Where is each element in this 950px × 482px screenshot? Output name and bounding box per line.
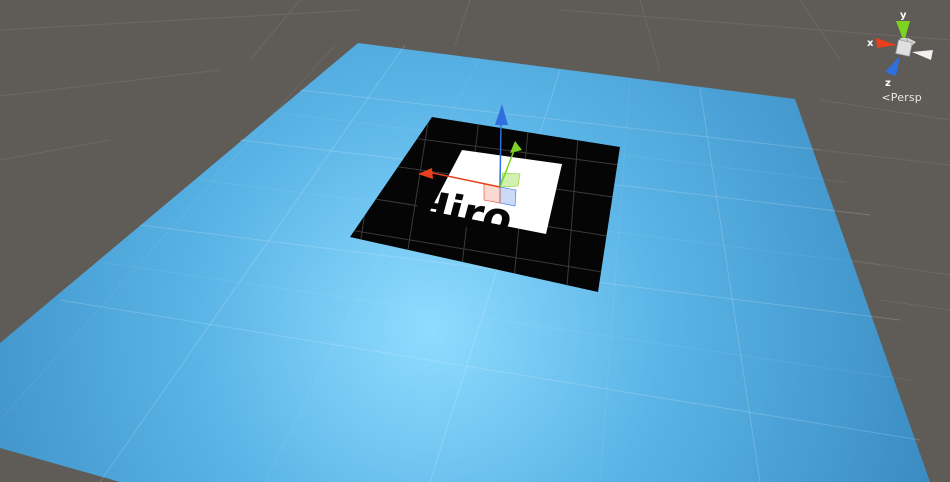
orientation-gizmo[interactable]: y x z [867,10,933,89]
gizmo-z-label: z [885,78,891,89]
gizmo-y-label: y [900,10,907,21]
chevron-left-icon: < [881,91,891,104]
gizmo-plane-xz[interactable] [499,186,517,207]
scene-canvas[interactable]: Hiro y x z [0,0,950,482]
projection-toggle[interactable]: <Persp [881,91,922,104]
gizmo-x-label: x [867,38,874,49]
gizmo-center-cube-icon[interactable] [895,39,913,57]
gizmo-plane-yz[interactable] [483,183,501,204]
gizmo-plane-xy[interactable] [499,172,521,188]
scene-viewport[interactable]: Hiro y x z <Persp [0,0,950,482]
gizmo-z-axis[interactable] [499,123,502,188]
gizmo-z-cone-icon[interactable] [885,56,900,76]
gizmo-neg-x-cone-icon[interactable] [912,50,933,60]
projection-label: Persp [890,91,922,104]
gizmo-x-cone-icon[interactable] [876,38,897,48]
